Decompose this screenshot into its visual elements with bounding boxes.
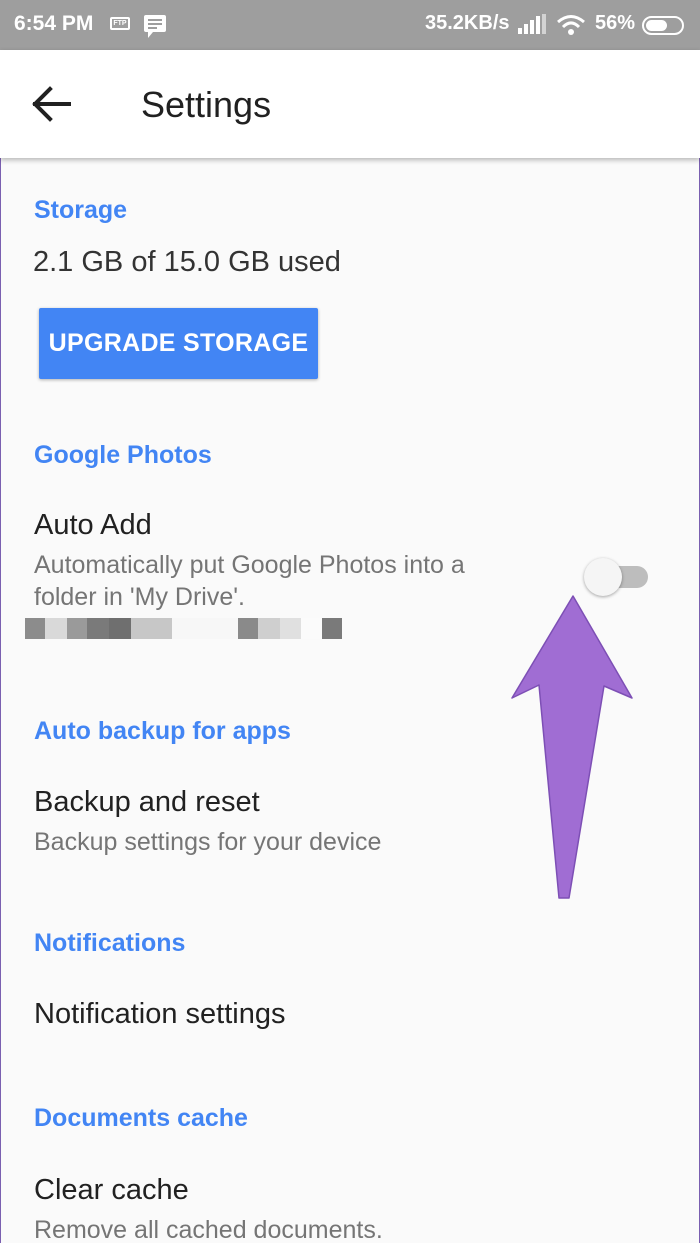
- network-speed: 35.2KB/s: [425, 12, 510, 34]
- wifi-icon: [556, 14, 586, 41]
- section-header-documents-cache: Documents cache: [34, 1104, 248, 1132]
- signal-icon: [518, 14, 548, 34]
- auto-add-toggle[interactable]: [584, 558, 650, 596]
- settings-list[interactable]: Storage 2.1 GB of 15.0 GB used UPGRADE S…: [0, 158, 700, 1243]
- pixelated-redaction: [25, 618, 342, 639]
- page-title: Settings: [141, 84, 272, 125]
- toggle-thumb: [584, 558, 622, 596]
- section-header-storage: Storage: [34, 196, 128, 224]
- clear-cache-title: Clear cache: [34, 1174, 189, 1206]
- ftp-icon: FTP: [110, 17, 130, 30]
- auto-add-description-line-2: folder in 'My Drive'.: [34, 583, 245, 611]
- app-bar: Settings: [0, 50, 700, 158]
- battery-percent: 56%: [595, 12, 636, 34]
- upgrade-storage-button[interactable]: UPGRADE STORAGE: [39, 308, 318, 379]
- clear-cache-description: Remove all cached documents.: [34, 1216, 383, 1243]
- storage-used-text: 2.1 GB of 15.0 GB used: [33, 246, 341, 278]
- battery-icon: [642, 16, 684, 35]
- auto-add-title: Auto Add: [34, 509, 152, 541]
- status-time: 6:54 PM: [14, 12, 94, 35]
- message-icon: [144, 15, 166, 38]
- section-header-notifications: Notifications: [34, 929, 186, 957]
- annotation-arrow-icon: [511, 595, 633, 899]
- arrow-back-icon: [32, 86, 71, 122]
- backup-and-reset-description: Backup settings for your device: [34, 828, 382, 856]
- section-header-google-photos: Google Photos: [34, 441, 212, 469]
- auto-add-description-line-1: Automatically put Google Photos into a: [34, 551, 465, 579]
- section-header-auto-backup: Auto backup for apps: [34, 717, 291, 745]
- notification-settings-title: Notification settings: [34, 998, 286, 1030]
- back-button[interactable]: [22, 76, 78, 132]
- status-bar: 6:54 PM FTP 35.2KB/s 56%: [0, 0, 700, 50]
- backup-and-reset-title: Backup and reset: [34, 786, 260, 818]
